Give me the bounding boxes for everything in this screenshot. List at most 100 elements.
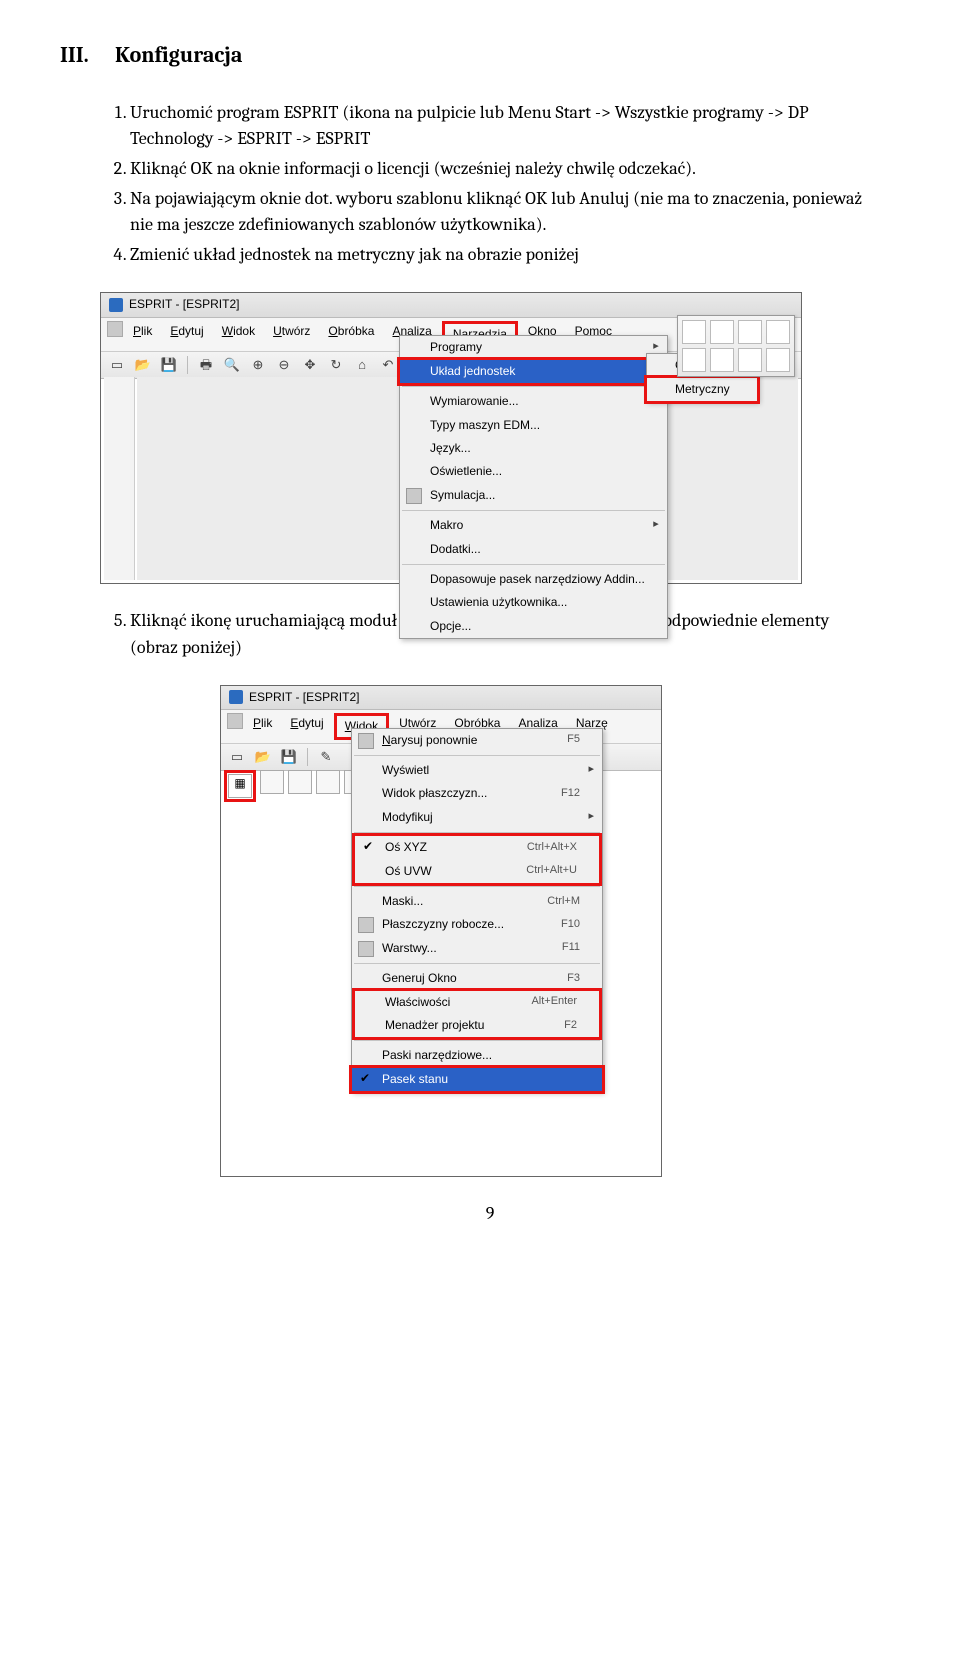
shortcut: Ctrl+Alt+X [527,840,577,856]
module-icon[interactable] [260,770,284,794]
new-file-icon[interactable]: ▭ [107,355,127,375]
list-item: Kliknąć OK na oknie informacji o licencj… [130,156,880,182]
save-icon[interactable]: 💾 [159,355,179,375]
menuitem-pasek-stanu[interactable]: Pasek stanu [349,1065,605,1094]
section-number: III. [60,40,115,72]
menuitem-warstwy[interactable]: Warstwy... F11 [352,937,602,960]
menuitem-plaszczyzny[interactable]: Płaszczyzny robocze... F10 [352,913,602,936]
window-titlebar: ESPRIT - [ESPRIT2] [101,293,801,317]
separator [187,356,188,374]
zoom-out-icon[interactable]: ⊖ [274,355,294,375]
menuitem-narysuj[interactable]: NNarysuj ponowniearysuj ponownie F5 [352,729,602,752]
shortcut: F2 [564,1018,577,1034]
menu-plik[interactable]: PlikPlik [245,713,280,740]
window-titlebar: ESPRIT - [ESPRIT2] [221,686,661,710]
new-file-icon[interactable]: ▭ [227,747,247,767]
page-number: 9 [100,1201,880,1227]
list-item: Uruchomić program ESPRIT (ikona na pulpi… [130,100,880,152]
submenu-metryczny[interactable]: Metryczny [644,375,760,404]
menuitem-uklad-jednostek[interactable]: Układ jednostek [397,357,670,386]
menu-sep [354,755,600,756]
float-btn[interactable] [738,320,762,344]
menuitem-modyfikuj[interactable]: Modyfikuj [352,806,602,829]
rotate-icon[interactable]: ↻ [326,355,346,375]
app-logo-icon [229,690,243,704]
zoom-in-icon[interactable]: ⊕ [248,355,268,375]
control-icon [107,321,123,337]
floating-toolbar[interactable] [677,315,795,377]
menu-widok[interactable]: WidokWidok [214,321,263,348]
menuitem-menadzer-projektu[interactable]: Menadżer projektu F2 [355,1014,599,1037]
control-icon [227,713,243,729]
menuitem-widok-plaszczyzn[interactable]: Widok płaszczyzn... F12 [352,782,602,805]
menu-sep [354,963,600,964]
axis-group-highlight: Oś XYZ Ctrl+Alt+X Oś UVW Ctrl+Alt+U [352,833,602,886]
menuitem-wymiarowanie[interactable]: Wymiarowanie... [400,390,667,413]
props-group-highlight: Właściwości Alt+Enter Menadżer projektu … [352,988,602,1041]
menuitem-ustawienia[interactable]: Ustawienia użytkownika... [400,591,667,614]
menu-plik[interactable]: PPliklik [125,321,160,348]
menu-obrobka[interactable]: ObróbkaObróbka [320,321,382,348]
menuitem-pasek-addin[interactable]: Dopasowuje pasek narzędziowy Addin... [400,568,667,591]
section-title: Konfiguracja [115,42,242,68]
instruction-list: Uruchomić program ESPRIT (ikona na pulpi… [100,100,880,269]
home-icon[interactable]: ⌂ [352,355,372,375]
menuitem-makro[interactable]: Makro [400,514,667,537]
module-icons-row: ▦ [224,770,368,802]
shortcut: F12 [561,786,580,802]
float-btn[interactable] [710,348,734,372]
menuitem-maski[interactable]: Maski... Ctrl+M [352,890,602,913]
menu-sep [402,564,665,565]
save-icon[interactable]: 💾 [279,747,299,767]
widok-dropdown[interactable]: NNarysuj ponowniearysuj ponownie F5 Wyśw… [351,728,603,1092]
shortcut: Ctrl+Alt+U [526,863,577,879]
open-file-icon[interactable]: 📂 [133,355,153,375]
separator [307,748,308,766]
menuitem-oswietlenie[interactable]: Oświetlenie... [400,460,667,483]
menu-sep [354,1040,600,1041]
menuitem-generuj-okno[interactable]: Generuj Okno F3 [352,967,602,990]
float-btn[interactable] [766,320,790,344]
menu-edytuj[interactable]: EdytujEdytuj [282,713,331,740]
menuitem-wyswietl[interactable]: Wyświetl [352,759,602,782]
menuitem-typy-edm[interactable]: Typy maszyn EDM... [400,414,667,437]
list-item: Na pojawiającym oknie dot. wyboru szablo… [130,186,880,238]
float-btn[interactable] [682,348,706,372]
screenshot-units-menu: ESPRIT - [ESPRIT2] PPliklik EdytujEdytuj… [100,292,802,584]
window-title: ESPRIT - [ESPRIT2] [249,689,359,706]
module-icon[interactable] [288,770,312,794]
menuitem-dodatki[interactable]: Dodatki... [400,538,667,561]
section-heading: III.Konfiguracja [60,40,880,72]
float-btn[interactable] [710,320,734,344]
milling-module-icon[interactable]: ▦ [224,770,256,802]
float-btn[interactable] [738,348,762,372]
shortcut: F3 [567,971,580,987]
menu-sep [402,510,665,511]
menu-edytuj[interactable]: EdytujEdytuj [162,321,211,348]
vertical-toolbar [104,377,135,580]
menuitem-wlasciwosci[interactable]: Właściwości Alt+Enter [355,991,599,1014]
undo-icon[interactable]: ↶ [378,355,398,375]
shortcut: F5 [567,732,580,748]
zoom-fit-icon[interactable]: 🔍 [222,355,242,375]
module-icon[interactable] [316,770,340,794]
float-btn[interactable] [766,348,790,372]
brush-icon[interactable]: ✎ [316,747,336,767]
menu-sep [402,386,665,387]
narzedzia-dropdown[interactable]: Programy Układ jednostek Wymiarowanie...… [399,335,668,639]
menuitem-jezyk[interactable]: Język... [400,437,667,460]
menuitem-opcje[interactable]: Opcje... [400,615,667,638]
menuitem-symulacja[interactable]: Symulacja... [400,484,667,507]
menuitem-os-xyz[interactable]: Oś XYZ Ctrl+Alt+X [355,836,599,859]
app-logo-icon [109,298,123,312]
window-title: ESPRIT - [ESPRIT2] [129,296,239,313]
menu-utworz[interactable]: UtwórzUtwórz [265,321,318,348]
menu-sep [354,886,600,887]
screenshot-widok-menu: ESPRIT - [ESPRIT2] PlikPlik EdytujEdytuj… [220,685,662,1177]
pan-icon[interactable]: ✥ [300,355,320,375]
float-btn[interactable] [682,320,706,344]
print-icon[interactable]: 🖶 [196,355,216,375]
menuitem-os-uvw[interactable]: Oś UVW Ctrl+Alt+U [355,860,599,883]
open-file-icon[interactable]: 📂 [253,747,273,767]
shortcut: F11 [562,940,580,956]
